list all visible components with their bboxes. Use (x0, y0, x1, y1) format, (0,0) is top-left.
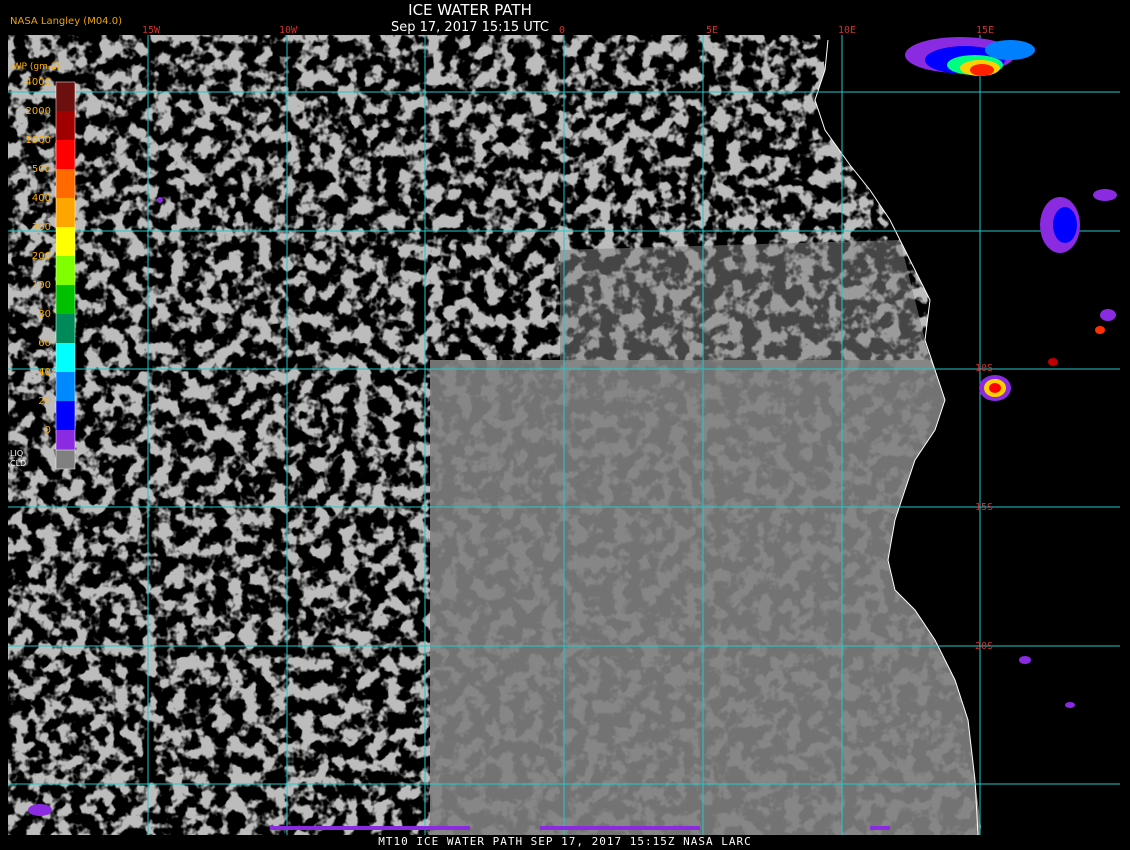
lat-label-15s: 15S (975, 502, 993, 513)
legend-label-400: 400 (31, 193, 51, 204)
legend-label-4000: 4000 (25, 77, 51, 88)
legend-label-40: 40 (38, 367, 51, 378)
legend-label-80: 80 (38, 309, 51, 320)
legend-swatch-2000 (56, 111, 75, 140)
legend-swatch-100 (56, 285, 75, 314)
footer-caption: MT10 ICE WATER PATH SEP 17, 2017 15:15Z … (378, 835, 752, 848)
lat-label-20s: 20S (975, 641, 993, 652)
map-subtitle: Sep 17, 2017 15:15 UTC (390, 20, 550, 35)
legend-colorbar (55, 81, 76, 460)
map-title: ICE WATER PATH (408, 1, 532, 19)
legend-label-20: 20 (38, 396, 51, 407)
lat-label-10s: 10S (975, 363, 993, 374)
legend-label-1000: 1000 (25, 135, 51, 146)
legend-swatch-20 (56, 401, 75, 430)
legend-label-300: 300 (31, 222, 51, 233)
legend-label-200: 200 (31, 251, 51, 262)
legend-label-100: 100 (31, 280, 51, 291)
legend-label-60: 60 (38, 338, 51, 349)
legend-swatch-4000 (56, 82, 75, 111)
legend-swatch-1000 (56, 140, 75, 169)
legend-label-2000: 2000 (25, 106, 51, 117)
liquid-label-2: CLD (10, 459, 27, 468)
legend-unit: IWP (gm-2) (10, 62, 61, 72)
legend-swatch-200 (56, 256, 75, 285)
legend-swatch-40 (56, 372, 75, 401)
credit-label: NASA Langley (M04.0) (10, 16, 122, 27)
legend-swatch-80 (56, 314, 75, 343)
legend-swatch-500 (56, 169, 75, 198)
liquid-cloud-swatch (55, 449, 76, 470)
legend-swatch-300 (56, 227, 75, 256)
legend-swatch-60 (56, 343, 75, 372)
lon-label-15e: 15E (976, 25, 994, 36)
liquid-label-1: LIQ (10, 449, 24, 458)
legend-label-500: 500 (31, 164, 51, 175)
legend-label-0: 0 (44, 425, 51, 436)
ice-water-path-map: 15W 10W 0 5E 10E 15E 10S 15S 20S (0, 0, 1130, 850)
legend-swatch-400 (56, 198, 75, 227)
